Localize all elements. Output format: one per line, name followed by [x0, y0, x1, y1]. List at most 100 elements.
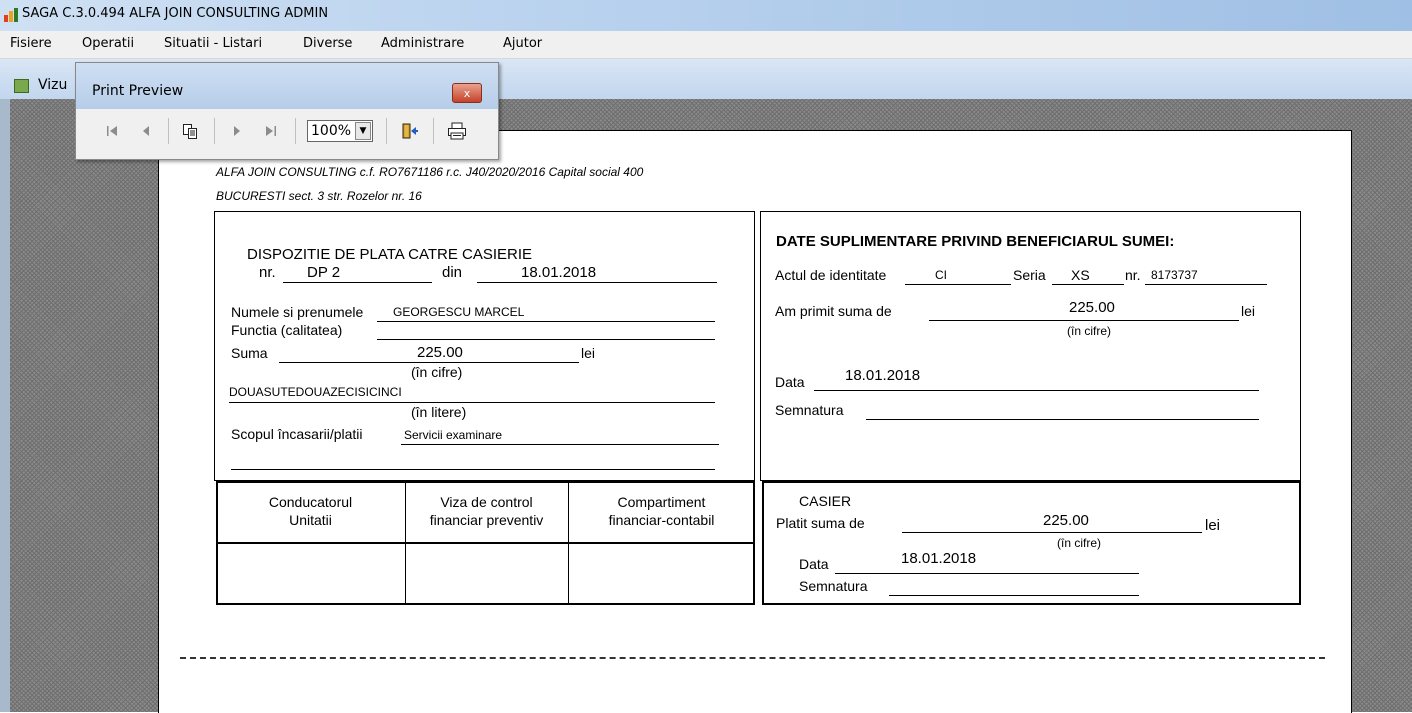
menu-situatii-listari[interactable]: Situatii - Listari: [164, 36, 262, 51]
printer-icon: [448, 122, 466, 140]
in-cifre-left: (în cifre): [411, 364, 463, 380]
exit-button[interactable]: [398, 118, 422, 144]
print-preview-title: Print Preview: [92, 83, 184, 99]
col1-line1: Conducatorul: [268, 494, 353, 510]
nr-value: DP 2: [307, 264, 341, 281]
in-cifre-right: (în cifre): [1067, 324, 1112, 338]
functia-label: Functia (calitatea): [231, 322, 343, 338]
toolbar-separator: [386, 118, 387, 144]
company-header: ALFA JOIN CONSULTING c.f. RO7671186 r.c.…: [216, 165, 644, 179]
col1-header: Conducatorul Unitatii: [216, 493, 405, 529]
col2-line2: financiar preventiv: [429, 512, 544, 528]
child-window-title: Vizu: [38, 77, 68, 93]
col3-line2: financiar-contabil: [608, 512, 715, 528]
suma-label: Suma: [231, 345, 268, 361]
multi-page-button[interactable]: [177, 118, 203, 144]
col2-line1: Viza de control: [440, 494, 533, 510]
payment-order-title: DISPOZITIE DE PLATA CATRE CASIERIE: [247, 246, 533, 263]
suma-underline: [279, 362, 579, 363]
scop-underline: [401, 444, 719, 445]
col1-line2: Unitatii: [289, 512, 332, 528]
menu-fisiere[interactable]: Fisiere: [10, 36, 52, 51]
close-button[interactable]: x: [452, 83, 482, 103]
casier-data-label: Data: [799, 556, 829, 572]
date-underline: [477, 282, 717, 283]
first-page-button[interactable]: [101, 118, 123, 144]
last-page-icon: [266, 126, 276, 136]
menu-ajutor[interactable]: Ajutor: [503, 36, 542, 51]
window-title: SAGA C.3.0.494 ALFA JOIN CONSULTING ADMI…: [22, 6, 329, 21]
primit-label: Am primit suma de: [775, 303, 892, 319]
casier-data-underline: [835, 573, 1139, 574]
seria-underline: [1052, 284, 1124, 285]
scop-value: Servicii examinare: [404, 428, 503, 442]
next-page-button[interactable]: [226, 118, 248, 144]
data-right-underline: [814, 390, 1259, 391]
first-page-icon: [107, 126, 117, 136]
nr-beneficiar-value: 8173737: [1151, 268, 1198, 282]
casier-semnatura-underline: [889, 595, 1139, 596]
last-page-button[interactable]: [260, 118, 282, 144]
approval-table-divider: [216, 542, 755, 544]
nr-beneficiar-label: nr.: [1125, 267, 1141, 283]
exit-door-icon: [402, 123, 418, 139]
previous-page-button[interactable]: [135, 118, 157, 144]
next-page-icon: [234, 126, 240, 136]
col3-header: Compartiment financiar-contabil: [568, 493, 755, 529]
cut-line: [180, 657, 1325, 659]
print-preview-toolbar: Print Preview x 100% ▼: [75, 62, 499, 160]
order-date: 18.01.2018: [521, 264, 597, 281]
col3-line1: Compartiment: [617, 494, 706, 510]
functia-underline: [377, 339, 715, 340]
zoom-value: 100%: [311, 123, 352, 139]
name-underline: [377, 321, 715, 322]
title-bar: SAGA C.3.0.494 ALFA JOIN CONSULTING ADMI…: [0, 0, 1412, 31]
act-value: CI: [935, 268, 947, 282]
platit-underline: [902, 532, 1202, 533]
extra-underline: [231, 469, 715, 470]
menu-administrare[interactable]: Administrare: [381, 36, 464, 51]
name-value: GEORGESCU MARCEL: [393, 305, 525, 319]
menu-diverse[interactable]: Diverse: [303, 36, 352, 51]
platit-value: 225.00: [1043, 512, 1089, 529]
toolbar-separator: [214, 118, 215, 144]
primit-lei: lei: [1241, 303, 1256, 319]
toolbar-separator: [433, 118, 434, 144]
data-value-right: 18.01.2018: [845, 367, 921, 384]
casier-data-value: 18.01.2018: [901, 550, 977, 567]
data-label-right: Data: [775, 374, 805, 390]
suma-value: 225.00: [417, 344, 463, 361]
print-button[interactable]: [444, 118, 470, 144]
name-label: Numele si prenumele: [231, 304, 364, 320]
toolbar-separator: [295, 118, 296, 144]
platit-label: Platit suma de: [776, 515, 865, 531]
act-label: Actul de identitate: [775, 267, 887, 283]
primit-underline: [929, 320, 1239, 321]
beneficiary-box: [760, 211, 1301, 481]
din-label: din: [442, 264, 463, 281]
casier-semnatura-label: Semnatura: [799, 578, 868, 594]
suma-lei: lei: [581, 345, 596, 361]
act-underline: [905, 284, 1011, 285]
semnatura-label-right: Semnatura: [775, 402, 844, 418]
seria-value: XS: [1071, 267, 1090, 283]
suma-in-litere: DOUASUTEDOUAZECISICINCI: [229, 385, 402, 399]
zoom-select[interactable]: 100% ▼: [307, 120, 373, 142]
primit-value: 225.00: [1069, 299, 1115, 316]
seria-label: Seria: [1013, 267, 1046, 283]
app-icon: [4, 8, 18, 22]
toolbar-separator: [168, 118, 169, 144]
nr-label: nr.: [259, 264, 276, 281]
report-icon: [14, 79, 29, 93]
nr-underline: [283, 282, 432, 283]
scop-label: Scopul încasarii/platii: [231, 426, 363, 442]
chevron-down-icon[interactable]: ▼: [355, 122, 371, 140]
company-address: BUCURESTI sect. 3 str. Rozelor nr. 16: [216, 189, 422, 203]
col2-header: Viza de control financiar preventiv: [405, 493, 568, 529]
copy-pages-icon: [183, 124, 197, 139]
menu-operatii[interactable]: Operatii: [82, 36, 134, 51]
litere-underline: [229, 402, 715, 403]
nr-beneficiar-underline: [1145, 284, 1267, 285]
semnatura-right-underline: [866, 419, 1259, 420]
menu-bar: Fisiere Operatii Situatii - Listari Dive…: [0, 31, 1412, 59]
